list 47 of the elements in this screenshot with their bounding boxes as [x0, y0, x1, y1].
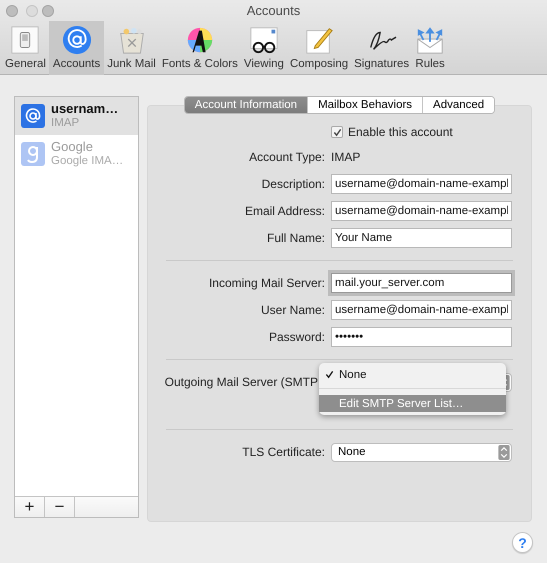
input-field[interactable]: mail.your_server.com — [331, 273, 512, 293]
stepper-icon — [498, 444, 510, 460]
field-label: Outgoing Mail Server (SMTP — [164, 375, 319, 389]
field-label: TLS Certificate: — [241, 445, 325, 459]
window-title: Accounts — [246, 3, 300, 18]
g-letter-icon — [21, 142, 45, 166]
input-field[interactable]: username@domain-name-exampl — [331, 201, 512, 221]
input-field[interactable]: ••••••• — [331, 327, 512, 347]
toolbar-tab[interactable]: Junk Mail — [104, 21, 159, 75]
input-field[interactable]: username@domain-name-exampl — [331, 300, 512, 320]
checkbox-label: Enable this account — [348, 125, 453, 139]
toolbar-tab[interactable]: Viewing — [240, 21, 287, 75]
field-label: Password: — [268, 330, 325, 344]
glasses-on-letter-icon — [248, 25, 279, 55]
field-label: Incoming Mail Server: — [208, 276, 325, 290]
field-value: IMAP — [331, 150, 362, 164]
checkbox[interactable] — [331, 126, 343, 138]
account-name: usernam… — [51, 102, 118, 116]
switch-icon — [10, 25, 40, 55]
pencil-on-paper-icon — [304, 25, 334, 55]
at-sign-icon — [62, 25, 92, 55]
field-label: Description: — [260, 177, 325, 191]
menu-item[interactable]: None — [319, 366, 506, 383]
tab[interactable]: Account Information — [184, 97, 308, 113]
toolbar-tab[interactable]: Composing — [286, 21, 352, 75]
field-label: Account Type: — [248, 150, 325, 164]
input-field[interactable]: Your Name — [331, 228, 512, 248]
envelope-arrows-icon — [415, 25, 446, 55]
field-label: Email Address: — [244, 204, 325, 218]
help-button[interactable]: ? — [512, 532, 533, 553]
toolbar-tab[interactable]: Rules — [412, 21, 448, 75]
toolbar-tab[interactable]: Fonts & Colors — [158, 21, 241, 75]
field-label: Full Name: — [266, 231, 325, 245]
field-label: User Name: — [260, 303, 325, 317]
account-type: IMAP — [51, 116, 80, 130]
account-name: Google — [51, 140, 94, 154]
at-sign-icon — [21, 104, 45, 128]
account-item[interactable]: usernam… IMAP — [15, 97, 138, 135]
account-type: Google IMA… — [51, 154, 124, 168]
input-field[interactable]: username@domain-name-exampl — [331, 174, 512, 194]
toolbar-tab[interactable]: General — [2, 21, 49, 75]
add-button[interactable]: + — [15, 497, 45, 517]
remove-button[interactable]: − — [45, 497, 75, 517]
toolbar-tab[interactable]: Signatures — [351, 21, 412, 75]
tab[interactable]: Advanced — [422, 97, 494, 113]
popup-menu[interactable]: None — [331, 442, 512, 462]
toolbar-tab[interactable]: Accounts — [48, 21, 104, 75]
